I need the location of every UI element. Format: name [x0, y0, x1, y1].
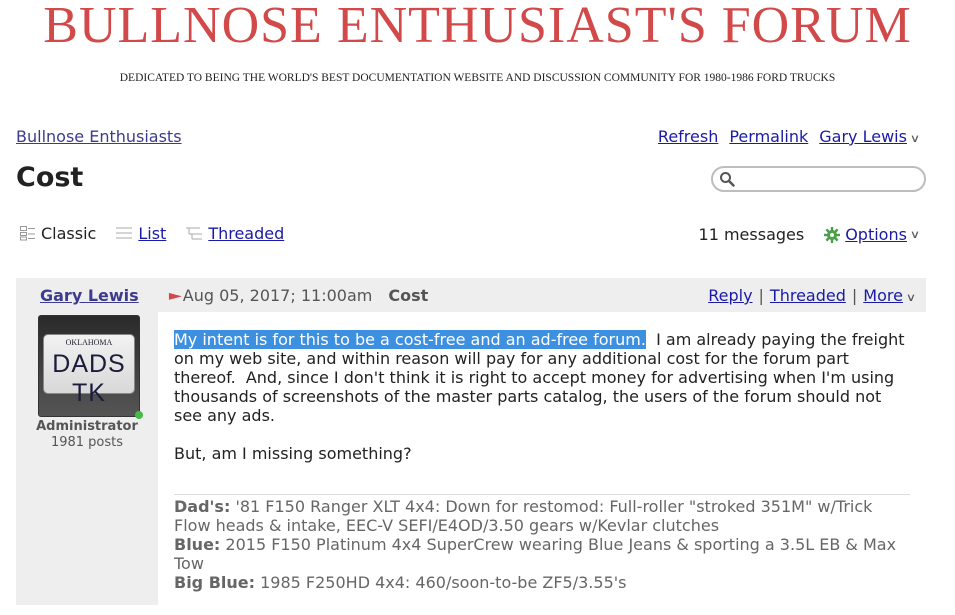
- plate-state: OKLAHOMA: [65, 338, 113, 347]
- signature-label: Blue:: [174, 535, 221, 554]
- avatar[interactable]: OKLAHOMA DADS TK: [38, 315, 140, 417]
- threaded-view-icon: [186, 227, 203, 240]
- post-meta: ► Aug 05, 2017; 11:00am Cost: [168, 286, 429, 305]
- signature-text: '81 F150 Ranger XLT 4x4: Down for restom…: [174, 497, 873, 535]
- plate-number: DADS TK: [52, 350, 126, 407]
- author-role: Administrator: [36, 419, 138, 434]
- chevron-down-icon: ∨: [905, 291, 917, 304]
- license-plate-image: OKLAHOMA DADS TK: [43, 334, 135, 407]
- chevron-down-icon: ∨: [909, 228, 921, 241]
- forum-banner-title: BULLNOSE ENTHUSIAST'S FORUM: [43, 0, 912, 54]
- post-paragraph: My intent is for this to be a cost-free …: [174, 330, 910, 425]
- reply-link[interactable]: Reply: [708, 286, 752, 305]
- view-switcher: Classic List Threaded: [20, 224, 304, 243]
- classic-view-icon: [20, 226, 35, 241]
- search-icon: [720, 172, 735, 187]
- options-menu[interactable]: Options ∨: [824, 225, 921, 244]
- user-menu-label[interactable]: Gary Lewis: [819, 127, 907, 146]
- search-box[interactable]: [711, 166, 926, 192]
- post-author-link[interactable]: Gary Lewis: [40, 286, 139, 305]
- page-title: Cost: [16, 162, 84, 193]
- user-menu[interactable]: Gary Lewis ∨: [819, 127, 921, 146]
- threaded-link[interactable]: Threaded: [770, 286, 846, 305]
- view-threaded[interactable]: Threaded: [186, 224, 284, 243]
- view-classic-label: Classic: [41, 224, 97, 243]
- separator: |: [758, 286, 764, 305]
- view-list-label[interactable]: List: [138, 224, 166, 243]
- signature: Dad's: '81 F150 Ranger XLT 4x4: Down for…: [174, 494, 910, 592]
- list-view-icon: [116, 227, 133, 239]
- signature-text: 1985 F250HD 4x4: 460/soon-to-be ZF5/3.55…: [255, 573, 627, 592]
- more-link[interactable]: More: [863, 286, 903, 305]
- view-threaded-label[interactable]: Threaded: [208, 224, 284, 243]
- signature-line: Dad's: '81 F150 Ranger XLT 4x4: Down for…: [174, 497, 910, 535]
- selected-text: My intent is for this to be a cost-free …: [174, 330, 646, 349]
- gear-icon: [824, 226, 841, 243]
- chevron-down-icon: ∨: [909, 132, 921, 145]
- signature-text: 2015 F150 Platinum 4x4 SuperCrew wearing…: [174, 535, 897, 573]
- view-classic[interactable]: Classic: [20, 224, 96, 243]
- signature-line: Big Blue: 1985 F250HD 4x4: 460/soon-to-b…: [174, 573, 910, 592]
- signature-label: Dad's:: [174, 497, 231, 516]
- signature-label: Big Blue:: [174, 573, 256, 592]
- permalink-link[interactable]: Permalink: [729, 127, 808, 146]
- options-label[interactable]: Options: [845, 225, 907, 244]
- author-post-count: 1981 posts: [50, 435, 124, 450]
- post-subject: Cost: [388, 286, 429, 305]
- red-flag-icon: ►: [168, 287, 182, 304]
- breadcrumb-forum-link[interactable]: Bullnose Enthusiasts: [16, 127, 182, 146]
- search-input[interactable]: [739, 170, 919, 188]
- separator: |: [851, 286, 858, 305]
- online-status-dot: [135, 411, 143, 419]
- post-actions: Reply | Threaded | More ∨: [708, 286, 917, 305]
- thread-toolbar: 11 messages Options ∨: [698, 225, 921, 244]
- refresh-link[interactable]: Refresh: [658, 127, 718, 146]
- post-body: My intent is for this to be a cost-free …: [174, 330, 910, 482]
- signature-line: Blue: 2015 F150 Platinum 4x4 SuperCrew w…: [174, 535, 910, 573]
- post-date: Aug 05, 2017; 11:00am: [182, 286, 373, 305]
- post-paragraph: But, am I missing something?: [174, 444, 412, 463]
- message-count: 11 messages: [698, 225, 805, 244]
- forum-banner-subtitle: DEDICATED TO BEING THE WORLD'S BEST DOCU…: [119, 72, 836, 84]
- view-list[interactable]: List: [116, 224, 166, 243]
- top-links: Refresh Permalink Gary Lewis ∨: [658, 127, 921, 146]
